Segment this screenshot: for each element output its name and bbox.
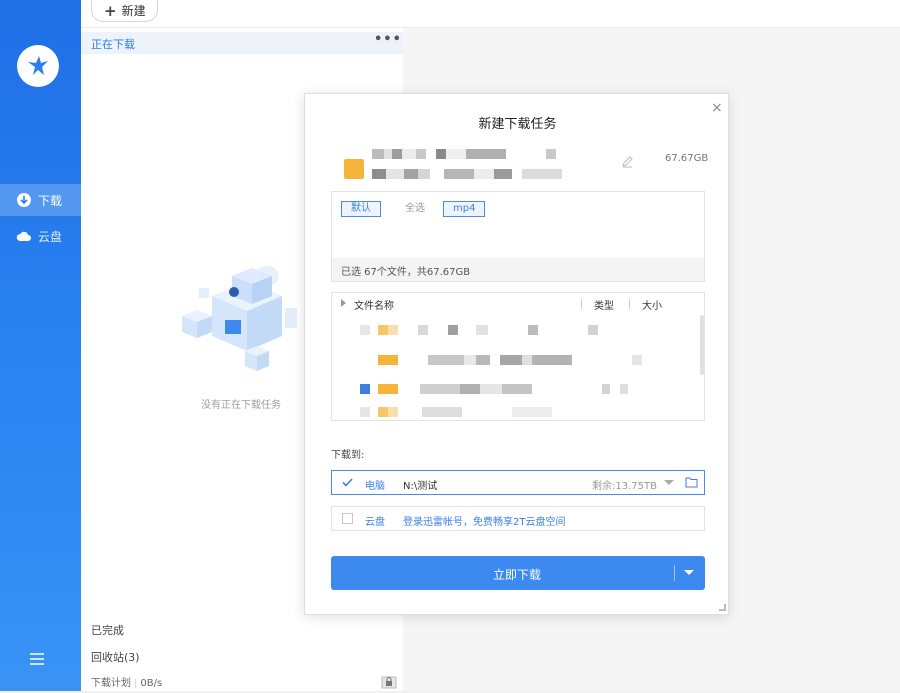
table-row[interactable] [360, 407, 552, 417]
folder-browse-icon[interactable] [685, 476, 698, 488]
download-now-label: 立即下载 [492, 568, 541, 582]
sidebar-item-download[interactable]: 下载 [0, 184, 81, 216]
dropdown-caret-icon[interactable] [684, 570, 694, 575]
recycle-bin-tab[interactable]: 回收站(3) [91, 649, 140, 665]
total-size: 67.67GB [665, 153, 709, 164]
lock-icon[interactable] [381, 674, 397, 689]
redacted-filename [372, 149, 556, 159]
column-divider [581, 299, 582, 309]
folder-icon [344, 159, 364, 179]
filter-mp4-button[interactable]: mp4 [443, 201, 486, 217]
column-header-type[interactable]: 类型 [594, 297, 614, 312]
edit-icon[interactable] [621, 153, 634, 168]
redacted-filename-line2 [372, 169, 562, 179]
dialog-title: 新建下载任务 [478, 117, 557, 132]
cloud-checkbox[interactable] [342, 513, 353, 524]
filter-select-all-button[interactable]: 全选 [395, 201, 435, 217]
sidebar-item-label: 下载 [38, 193, 63, 208]
chevron-down-icon[interactable] [664, 480, 674, 485]
scrollbar[interactable] [700, 315, 704, 375]
sidebar: 下载 云盘 [0, 0, 81, 691]
destination-pc-label: 电脑 [365, 481, 385, 492]
resize-grip-icon[interactable] [719, 604, 726, 611]
expand-triangle-icon[interactable] [341, 299, 346, 307]
file-filter-box: 默认 全选 mp4 已选 67个文件，共67.67GB [331, 191, 705, 282]
completed-tab[interactable]: 已完成 [91, 622, 124, 638]
destination-path[interactable]: N:\测试 [403, 477, 437, 492]
speed-value: 0B/s [140, 678, 163, 689]
destination-pc-row[interactable]: 电脑 N:\测试 剩余:13.75TB [331, 470, 705, 495]
button-divider [674, 565, 675, 581]
task-section-header[interactable]: 正在下载 ••• [81, 32, 403, 54]
downloading-tab[interactable]: 正在下载 [91, 36, 135, 52]
destination-cloud-label: 云盘 [365, 517, 385, 528]
table-row[interactable] [378, 355, 642, 365]
cloud-login-hint-link[interactable]: 登录迅雷帐号，免费畅享2T云盘空间 [403, 513, 565, 528]
filter-default-button[interactable]: 默认 [341, 201, 381, 217]
column-header-name[interactable]: 文件名称 [354, 297, 394, 312]
checkmark-icon[interactable] [342, 477, 353, 488]
download-schedule-row[interactable]: 下载计划 | 0B/s [91, 674, 162, 689]
cloud-icon [16, 228, 32, 244]
new-download-dialog: 新建下载任务 × 67.67GB 默认 全选 mp4 已选 67个文件，共67.… [304, 93, 729, 615]
more-options-icon[interactable]: ••• [374, 32, 402, 47]
download-now-button[interactable]: 立即下载 [331, 556, 705, 590]
empty-state-illustration [182, 266, 297, 371]
table-row[interactable] [360, 325, 598, 335]
column-header-size[interactable]: 大小 [642, 297, 662, 312]
close-icon[interactable]: × [711, 100, 723, 116]
destination-cloud-row[interactable]: 云盘 登录迅雷帐号，免费畅享2T云盘空间 [331, 506, 705, 531]
selection-summary: 已选 67个文件，共67.67GB [332, 258, 704, 281]
save-to-label: 下载到: [331, 450, 365, 461]
schedule-label: 下载计划 [91, 678, 131, 689]
app-logo [17, 45, 59, 87]
new-task-button[interactable]: + 新建 [91, 0, 158, 22]
hamburger-menu-icon[interactable] [29, 651, 45, 665]
empty-state-text: 没有正在下载任务 [201, 400, 281, 411]
sidebar-item-cloud[interactable]: 云盘 [0, 220, 81, 252]
free-space-text: 剩余:13.75TB [592, 481, 657, 492]
file-list-table: 文件名称 类型 大小 [331, 292, 705, 421]
new-task-label: 新建 [121, 4, 146, 18]
table-row[interactable] [378, 384, 628, 394]
column-divider [629, 299, 630, 309]
plus-icon: + [104, 1, 117, 20]
top-toolbar: + 新建 [81, 0, 900, 28]
row-checkbox[interactable] [360, 384, 370, 394]
sidebar-item-label: 云盘 [38, 229, 63, 244]
download-icon [16, 192, 32, 208]
